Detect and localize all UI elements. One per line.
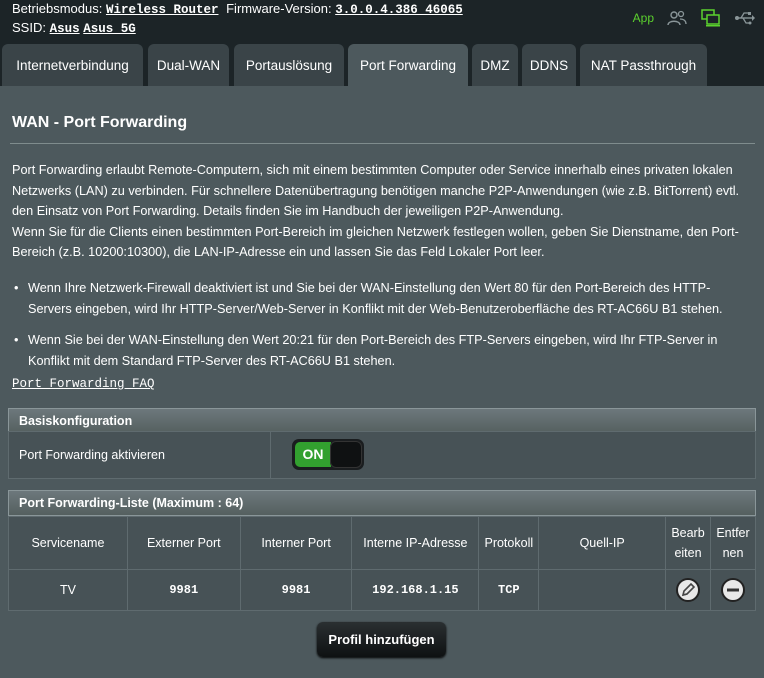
toggle-on-label: ON xyxy=(295,442,331,467)
ssid-label: SSID: xyxy=(12,20,46,35)
tab-internetverbindung[interactable]: Internetverbindung xyxy=(2,44,143,87)
enable-port-forwarding-row: Port Forwarding aktivieren ON xyxy=(8,431,756,479)
users-icon[interactable] xyxy=(666,9,688,27)
cell-source-ip xyxy=(538,569,667,611)
cell-protocol: TCP xyxy=(478,569,540,611)
port-forwarding-faq-link[interactable]: Port Forwarding FAQ xyxy=(12,377,155,391)
cell-service: TV xyxy=(8,569,128,611)
column-header: Bearb eiten xyxy=(665,516,711,570)
main-panel: WAN - Port Forwarding Port Forwarding er… xyxy=(0,86,764,678)
description: Port Forwarding erlaubt Remote-Computern… xyxy=(12,160,754,263)
column-header: Interner Port xyxy=(239,516,353,570)
cell-edit xyxy=(665,569,711,611)
notes-list: Wenn Ihre Netzwerk-Firewall deaktiviert … xyxy=(12,278,754,382)
column-header: Servicename xyxy=(8,516,128,570)
column-header: Entfer nen xyxy=(709,516,757,570)
tab-dmz[interactable]: DMZ xyxy=(472,44,518,87)
column-header: Interne IP-Adresse xyxy=(351,516,480,570)
table-row: TV 9981 9981 192.168.1.15 TCP xyxy=(8,569,757,611)
cell-internal-port: 9981 xyxy=(239,569,353,611)
firmware-value-link[interactable]: 3.0.0.4.386_46065 xyxy=(335,3,463,17)
description-paragraph-2: Wenn Sie für die Clients einen bestimmte… xyxy=(12,224,739,260)
row-divider xyxy=(270,432,271,478)
enable-port-forwarding-toggle[interactable]: ON xyxy=(292,439,364,470)
column-header: Externer Port xyxy=(126,516,241,570)
network-status-icon[interactable] xyxy=(700,9,722,27)
column-header: Quell-IP xyxy=(538,516,667,570)
delete-icon[interactable] xyxy=(720,578,745,602)
ssid-line: SSID: Asus Asus_5G xyxy=(12,20,136,36)
edit-icon[interactable] xyxy=(676,578,700,602)
enable-port-forwarding-label: Port Forwarding aktivieren xyxy=(19,448,165,462)
page-title: WAN - Port Forwarding xyxy=(12,114,188,131)
ssid-link-2[interactable]: Asus_5G xyxy=(83,22,136,36)
mode-label: Betriebsmodus: xyxy=(12,1,103,16)
forwarding-list-table: Servicename Externer Port Interner Port … xyxy=(8,516,757,611)
add-profile-button[interactable]: Profil hinzufügen xyxy=(317,622,446,657)
tab-portausloesung[interactable]: Portauslösung xyxy=(234,44,344,87)
tab-bar: Internetverbindung Dual-WAN Portauslösun… xyxy=(0,44,764,87)
title-divider xyxy=(10,143,755,144)
note-http-conflict: Wenn Ihre Netzwerk-Firewall deaktiviert … xyxy=(12,278,754,319)
mode-line: Betriebsmodus: Wireless Router Firmware-… xyxy=(12,1,463,17)
forwarding-list-heading: Port Forwarding-Liste (Maximum : 64) xyxy=(8,490,756,516)
table-header-row: Servicename Externer Port Interner Port … xyxy=(8,516,757,570)
cell-delete xyxy=(709,569,757,611)
ssid-link-1[interactable]: Asus xyxy=(50,22,80,36)
note-ftp-conflict: Wenn Sie bei der WAN-Einstellung den Wer… xyxy=(12,330,754,371)
tab-ddns[interactable]: DDNS xyxy=(522,44,576,87)
cell-ip-address: 192.168.1.15 xyxy=(351,569,480,611)
firmware-label: Firmware-Version: xyxy=(226,1,332,16)
tab-nat-passthrough[interactable]: NAT Passthrough xyxy=(580,44,707,87)
mode-value-link[interactable]: Wireless Router xyxy=(106,3,219,17)
column-header: Protokoll xyxy=(478,516,540,570)
cell-external-port: 9981 xyxy=(126,569,241,611)
usb-icon[interactable] xyxy=(734,9,756,27)
header-icons: App xyxy=(633,8,756,28)
tab-port-forwarding[interactable]: Port Forwarding xyxy=(348,44,468,87)
tab-dual-wan[interactable]: Dual-WAN xyxy=(148,44,229,87)
description-paragraph-1: Port Forwarding erlaubt Remote-Computern… xyxy=(12,163,740,218)
app-link[interactable]: App xyxy=(633,11,654,25)
toggle-knob xyxy=(330,441,362,468)
top-status-bar: Betriebsmodus: Wireless Router Firmware-… xyxy=(0,0,764,42)
